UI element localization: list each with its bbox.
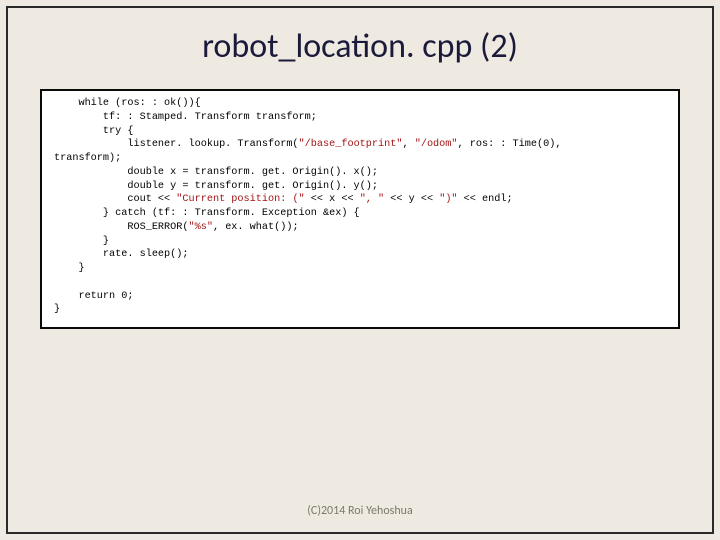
code-block: while (ros: : ok()){ tf: : Stamped. Tran… xyxy=(40,89,680,329)
code-line: tf: : Stamped. Transform transform; xyxy=(54,112,317,123)
code-line: } xyxy=(54,304,60,315)
code-line: return 0; xyxy=(54,291,133,302)
code-string: "Current position: (" xyxy=(176,194,304,205)
footer-copyright: (C)2014 Roi Yehoshua xyxy=(8,504,712,518)
code-line: cout << xyxy=(54,194,176,205)
code-line: listener. lookup. Transform( xyxy=(54,139,299,150)
code-line: } xyxy=(54,236,109,247)
code-line: try { xyxy=(54,126,133,137)
code-line: rate. sleep(); xyxy=(54,249,189,260)
code-text: << y << xyxy=(384,194,439,205)
slide-frame: robot_location. cpp (2) while (ros: : ok… xyxy=(6,6,714,534)
code-line: double y = transform. get. Origin(). y()… xyxy=(54,181,378,192)
code-line: double x = transform. get. Origin(). x()… xyxy=(54,167,378,178)
code-text: << x << xyxy=(305,194,360,205)
code-text: , ex. what()); xyxy=(213,222,299,233)
code-line: } catch (tf: : Transform. Exception &ex)… xyxy=(54,208,360,219)
slide-title: robot_location. cpp (2) xyxy=(8,8,712,89)
code-string: "%s" xyxy=(189,222,213,233)
code-string: ")" xyxy=(439,194,457,205)
code-string: ", " xyxy=(360,194,384,205)
code-text: << endl; xyxy=(458,194,513,205)
code-line: } xyxy=(54,263,85,274)
code-line: transform); xyxy=(54,153,121,164)
code-string: "/base_footprint" xyxy=(299,139,403,150)
code-string: "/odom" xyxy=(415,139,458,150)
code-line: ROS_ERROR( xyxy=(54,222,189,233)
code-line: while (ros: : ok()){ xyxy=(54,98,201,109)
code-text: , ros: : Time(0), xyxy=(458,139,562,150)
code-text: , xyxy=(402,139,414,150)
